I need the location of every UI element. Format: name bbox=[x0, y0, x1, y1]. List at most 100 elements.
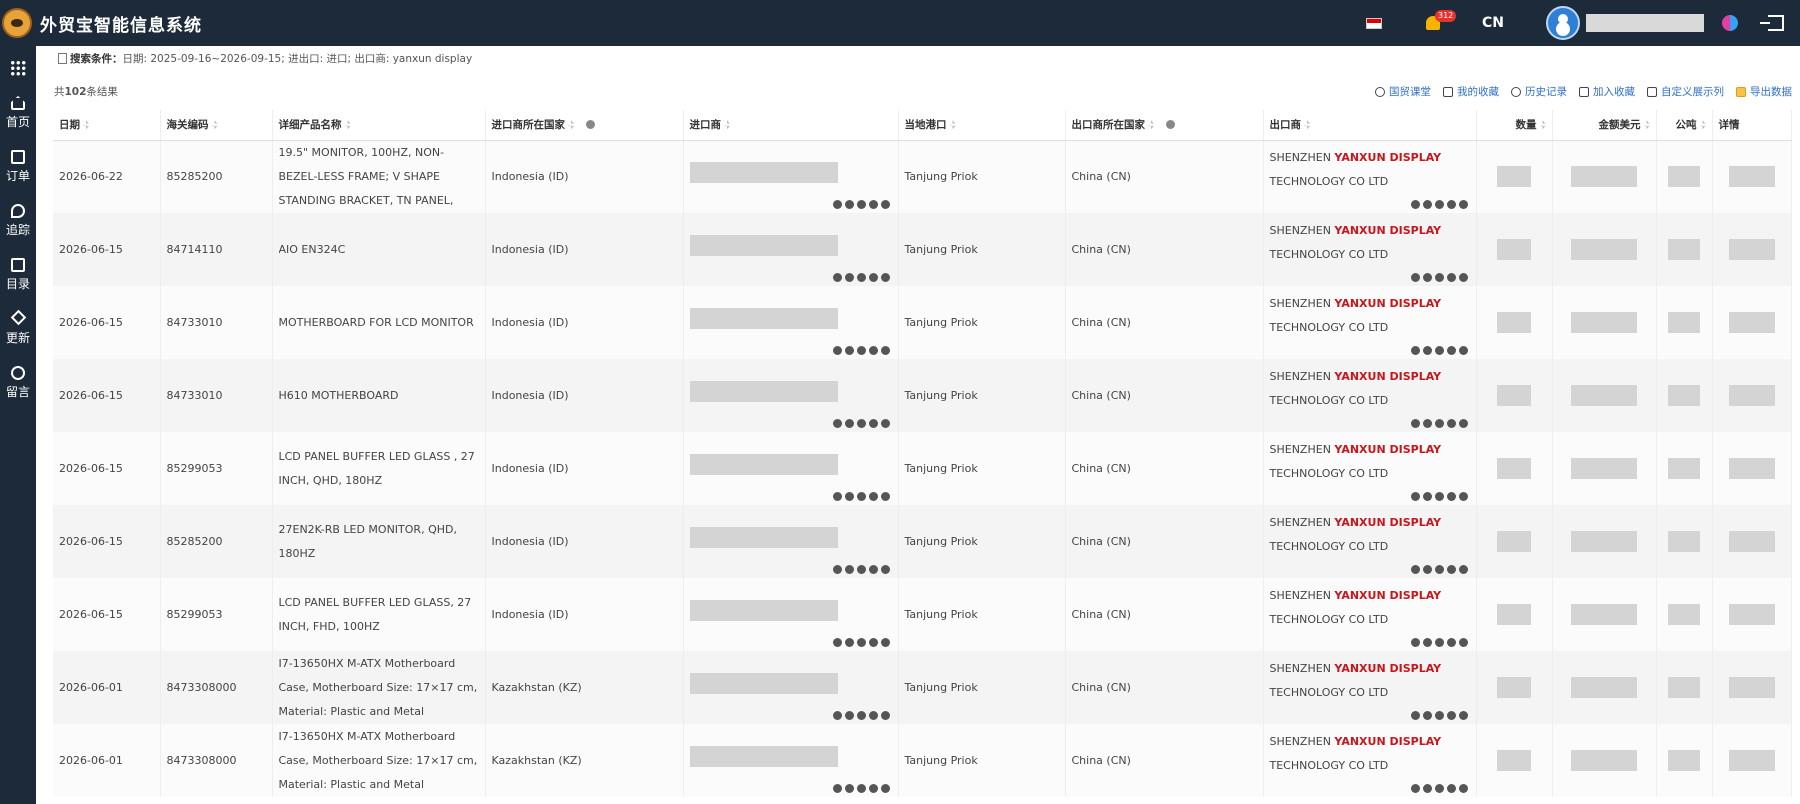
sort-icon[interactable] bbox=[1539, 120, 1546, 130]
location-icon[interactable] bbox=[1410, 638, 1420, 647]
details-redacted[interactable] bbox=[1728, 458, 1775, 479]
col-header-hs-code[interactable]: 海关编码 bbox=[160, 110, 273, 141]
export-data-button[interactable]: 导出数据 bbox=[1736, 84, 1792, 99]
contact-icon[interactable] bbox=[1422, 784, 1432, 793]
location-icon[interactable] bbox=[832, 419, 842, 428]
sort-icon[interactable] bbox=[1643, 120, 1650, 130]
cell-importer[interactable] bbox=[683, 432, 899, 505]
location-icon[interactable] bbox=[1410, 419, 1420, 428]
location-icon[interactable] bbox=[832, 492, 842, 501]
location-icon[interactable] bbox=[832, 200, 842, 209]
app-logo-icon[interactable] bbox=[2, 8, 32, 38]
contact-icon[interactable] bbox=[844, 346, 854, 355]
ai-icon[interactable] bbox=[880, 492, 890, 501]
col-header-date[interactable]: 日期 bbox=[53, 110, 161, 141]
ai-icon[interactable] bbox=[1458, 200, 1468, 209]
col-header-importer-country[interactable]: 进口商所在国家 bbox=[485, 110, 684, 141]
cell-importer[interactable] bbox=[683, 578, 899, 651]
link-icon[interactable] bbox=[1446, 784, 1456, 793]
col-header-importer[interactable]: 进口商 bbox=[683, 110, 899, 141]
cell-importer[interactable] bbox=[683, 724, 899, 797]
location-icon[interactable] bbox=[832, 784, 842, 793]
cell-exporter[interactable]: SHENZHEN YANXUN DISPLAY TECHNOLOGY CO LTD bbox=[1263, 140, 1477, 213]
importer-redacted[interactable] bbox=[689, 454, 838, 475]
org-chart-icon[interactable] bbox=[1434, 711, 1444, 720]
link-icon[interactable] bbox=[868, 346, 878, 355]
cell-details[interactable] bbox=[1712, 578, 1792, 651]
my-favorites-link[interactable]: 我的收藏 bbox=[1443, 84, 1499, 99]
ai-icon[interactable] bbox=[880, 346, 890, 355]
table-row[interactable]: 2026-06-15 84733010 MOTHERBOARD FOR LCD MO… bbox=[53, 286, 1792, 359]
org-chart-icon[interactable] bbox=[1434, 273, 1444, 282]
cell-importer[interactable] bbox=[683, 651, 899, 724]
contact-icon[interactable] bbox=[844, 200, 854, 209]
table-row[interactable]: 2026-06-01 8473308000 I7-13650HX M-ATX Mot… bbox=[53, 651, 1792, 724]
org-chart-icon[interactable] bbox=[1434, 200, 1444, 209]
importer-redacted[interactable] bbox=[689, 673, 838, 694]
contact-icon[interactable] bbox=[844, 492, 854, 501]
sort-icon[interactable] bbox=[1699, 120, 1706, 130]
org-chart-icon[interactable] bbox=[1434, 565, 1444, 574]
col-header-quantity[interactable]: 数量 bbox=[1476, 110, 1553, 141]
org-chart-icon[interactable] bbox=[856, 200, 866, 209]
col-header-exporter-country[interactable]: 出口商所在国家 bbox=[1065, 110, 1264, 141]
history-link[interactable]: 历史记录 bbox=[1511, 84, 1567, 99]
cell-details[interactable] bbox=[1712, 213, 1792, 286]
importer-redacted[interactable] bbox=[689, 381, 838, 402]
cell-exporter[interactable]: SHENZHEN YANXUN DISPLAY TECHNOLOGY CO LTD bbox=[1263, 724, 1477, 797]
ai-icon[interactable] bbox=[1458, 565, 1468, 574]
col-header-product[interactable]: 详细产品名称 bbox=[272, 110, 486, 141]
table-row[interactable]: 2026-06-15 84733010 H610 MOTHERBOARD Indone… bbox=[53, 359, 1792, 432]
cell-exporter[interactable]: SHENZHEN YANXUN DISPLAY TECHNOLOGY CO LTD bbox=[1263, 505, 1477, 578]
custom-columns-button[interactable]: 自定义展示列 bbox=[1647, 84, 1724, 99]
details-redacted[interactable] bbox=[1728, 166, 1775, 188]
location-icon[interactable] bbox=[832, 346, 842, 355]
org-chart-icon[interactable] bbox=[856, 346, 866, 355]
cell-importer[interactable] bbox=[683, 505, 899, 578]
contact-icon[interactable] bbox=[844, 565, 854, 574]
apps-grid-icon[interactable] bbox=[10, 60, 26, 76]
cell-details[interactable] bbox=[1712, 140, 1792, 213]
contact-icon[interactable] bbox=[1422, 638, 1432, 647]
ai-icon[interactable] bbox=[1458, 784, 1468, 793]
col-header-exporter[interactable]: 出口商 bbox=[1263, 110, 1477, 141]
ai-icon[interactable] bbox=[1458, 638, 1468, 647]
link-icon[interactable] bbox=[1446, 200, 1456, 209]
globe-icon[interactable] bbox=[1166, 120, 1175, 130]
ai-icon[interactable] bbox=[880, 200, 890, 209]
org-chart-icon[interactable] bbox=[856, 419, 866, 428]
contact-icon[interactable] bbox=[1422, 200, 1432, 209]
ai-icon[interactable] bbox=[1458, 419, 1468, 428]
link-icon[interactable] bbox=[1446, 492, 1456, 501]
cell-exporter[interactable]: SHENZHEN YANXUN DISPLAY TECHNOLOGY CO LTD bbox=[1263, 651, 1477, 724]
trade-course-link[interactable]: 国贸课堂 bbox=[1375, 84, 1431, 99]
cell-details[interactable] bbox=[1712, 432, 1792, 505]
details-redacted[interactable] bbox=[1728, 531, 1775, 552]
ai-icon[interactable] bbox=[1458, 711, 1468, 720]
sort-icon[interactable] bbox=[1304, 120, 1310, 130]
link-icon[interactable] bbox=[868, 638, 878, 647]
org-chart-icon[interactable] bbox=[856, 565, 866, 574]
location-icon[interactable] bbox=[1410, 784, 1420, 793]
cell-exporter[interactable]: SHENZHEN YANXUN DISPLAY TECHNOLOGY CO LTD bbox=[1263, 432, 1477, 505]
table-row[interactable]: 2026-06-01 8473308000 I7-13650HX M-ATX Mot… bbox=[53, 724, 1792, 797]
location-icon[interactable] bbox=[1410, 346, 1420, 355]
cell-exporter[interactable]: SHENZHEN YANXUN DISPLAY TECHNOLOGY CO LTD bbox=[1263, 213, 1477, 286]
sort-icon[interactable] bbox=[568, 120, 574, 130]
sidebar-item-orders[interactable]: 订单 bbox=[0, 150, 36, 184]
contact-icon[interactable] bbox=[844, 784, 854, 793]
sort-icon[interactable] bbox=[344, 120, 351, 130]
importer-redacted[interactable] bbox=[689, 746, 838, 767]
ai-icon[interactable] bbox=[880, 419, 890, 428]
sidebar-item-home[interactable]: 首页 bbox=[0, 96, 36, 130]
cell-importer[interactable] bbox=[683, 359, 899, 432]
cell-exporter[interactable]: SHENZHEN YANXUN DISPLAY TECHNOLOGY CO LTD bbox=[1263, 286, 1477, 359]
globe-icon[interactable] bbox=[586, 120, 595, 130]
link-icon[interactable] bbox=[868, 565, 878, 574]
link-icon[interactable] bbox=[1446, 346, 1456, 355]
link-icon[interactable] bbox=[1446, 565, 1456, 574]
cell-details[interactable] bbox=[1712, 286, 1792, 359]
location-icon[interactable] bbox=[832, 711, 842, 720]
org-chart-icon[interactable] bbox=[856, 492, 866, 501]
table-row[interactable]: 2026-06-15 85285200 27EN2K-RB LED MONITOR,… bbox=[53, 505, 1792, 578]
